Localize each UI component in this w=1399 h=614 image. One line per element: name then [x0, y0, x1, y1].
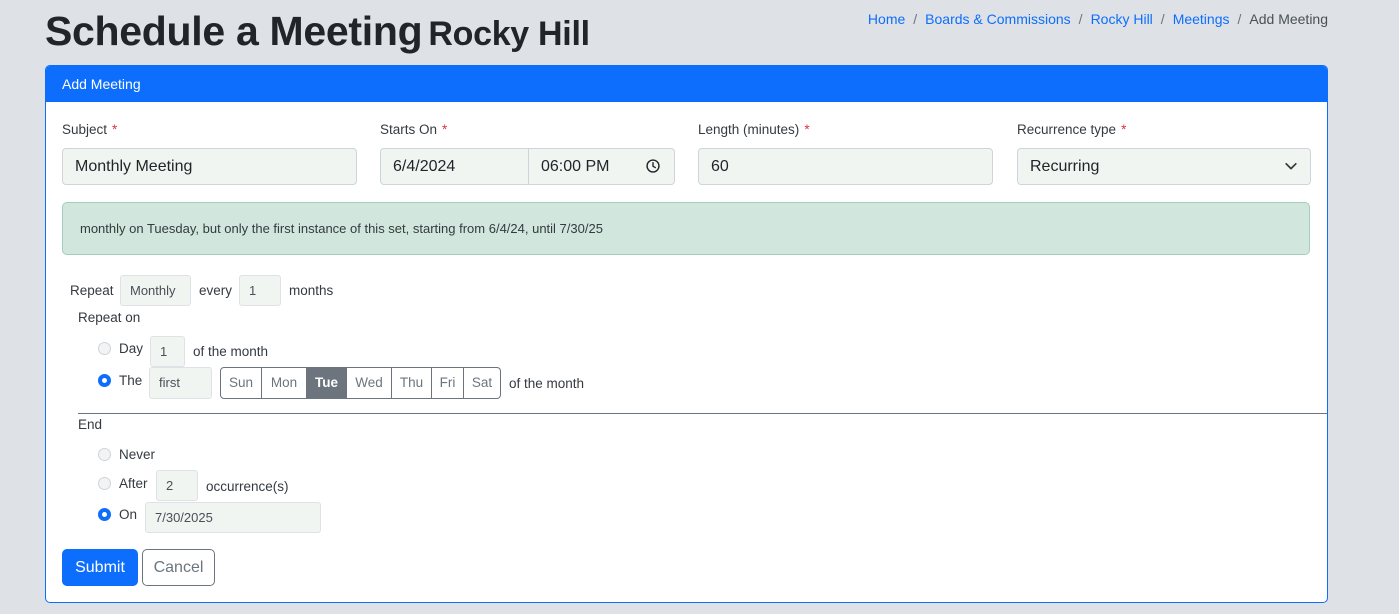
occurrences-input[interactable]: 2: [156, 470, 198, 501]
required-marker: *: [442, 122, 448, 137]
breadcrumb-current: Add Meeting: [1249, 11, 1328, 27]
end-on-radio[interactable]: [98, 508, 111, 521]
breadcrumb-separator: /: [913, 11, 918, 27]
weekday-button-mon[interactable]: Mon: [262, 368, 307, 398]
subject-label: Subject *: [62, 122, 117, 137]
repeat-interval-input[interactable]: 1: [239, 275, 281, 306]
repeat-frequency-select[interactable]: Monthly: [120, 275, 191, 306]
breadcrumb-rocky-hill[interactable]: Rocky Hill: [1091, 11, 1153, 27]
weekday-button-tue[interactable]: Tue: [307, 368, 347, 398]
breadcrumb-separator: /: [1237, 11, 1242, 27]
required-marker: *: [1121, 122, 1127, 137]
card-header: Add Meeting: [46, 66, 1327, 102]
recurrence-type-value: Recurring: [1030, 158, 1100, 175]
repeat-the-radio[interactable]: [98, 374, 111, 387]
cancel-button[interactable]: Cancel: [142, 549, 215, 586]
end-on-label: On: [119, 507, 138, 522]
weekday-button-wed[interactable]: Wed: [347, 368, 392, 398]
months-label: months: [289, 283, 334, 298]
breadcrumb-meetings[interactable]: Meetings: [1173, 11, 1230, 27]
clock-icon[interactable]: [646, 159, 660, 173]
recurrence-summary-alert: monthly on Tuesday, but only the first i…: [62, 202, 1310, 255]
start-time-value: 06:00 PM: [541, 158, 610, 175]
length-label: Length (minutes) *: [698, 122, 810, 137]
weekday-button-sun[interactable]: Sun: [221, 368, 262, 398]
end-after-radio[interactable]: [98, 477, 111, 490]
breadcrumb-separator: /: [1078, 11, 1083, 27]
recurrence-type-label-text: Recurrence type: [1017, 122, 1117, 137]
occurrences-label: occurrence(s): [206, 479, 289, 494]
recurrence-type-select[interactable]: Recurring: [1017, 148, 1311, 185]
start-time-input[interactable]: 06:00 PM: [528, 148, 675, 185]
of-the-month-label-2: of the month: [509, 376, 585, 391]
starts-on-label: Starts On *: [380, 122, 447, 137]
repeat-day-label: Day: [119, 341, 144, 356]
recurrence-type-label: Recurrence type *: [1017, 122, 1126, 137]
of-the-month-label: of the month: [193, 344, 269, 359]
required-marker: *: [112, 122, 118, 137]
end-date-input[interactable]: 7/30/2025: [145, 502, 321, 533]
required-marker: *: [804, 122, 810, 137]
starts-on-label-text: Starts On: [380, 122, 438, 137]
end-after-label: After: [119, 476, 148, 491]
add-meeting-card: Add Meeting Subject * Monthly Meeting Sta…: [45, 65, 1328, 603]
subject-input[interactable]: Monthly Meeting: [62, 148, 357, 185]
end-never-radio[interactable]: [98, 448, 111, 461]
page-title-main: Schedule a Meeting: [45, 8, 423, 54]
divider: [78, 413, 1327, 414]
breadcrumb-separator: /: [1160, 11, 1165, 27]
breadcrumb-boards-commissions[interactable]: Boards & Commissions: [925, 11, 1071, 27]
chevron-down-icon: [1285, 162, 1297, 170]
ordinal-select[interactable]: first: [149, 367, 212, 399]
end-label: End: [78, 417, 103, 432]
weekday-button-thu[interactable]: Thu: [392, 368, 432, 398]
submit-button[interactable]: Submit: [62, 549, 138, 586]
weekday-button-sat[interactable]: Sat: [464, 368, 500, 398]
repeat-the-label: The: [119, 373, 143, 388]
every-label: every: [199, 283, 233, 298]
repeat-label: Repeat: [70, 283, 114, 298]
repeat-day-input[interactable]: 1: [150, 336, 185, 367]
length-input[interactable]: 60: [698, 148, 993, 185]
page-subtitle: Rocky Hill: [428, 15, 590, 53]
subject-label-text: Subject: [62, 122, 108, 137]
page-title: Schedule a Meeting Rocky Hill: [45, 8, 590, 55]
end-never-label: Never: [119, 447, 156, 462]
start-date-input[interactable]: 6/4/2024: [380, 148, 529, 185]
repeat-day-radio[interactable]: [98, 342, 111, 355]
repeat-on-label: Repeat on: [78, 310, 141, 325]
breadcrumb-home[interactable]: Home: [868, 11, 905, 27]
length-label-text: Length (minutes): [698, 122, 800, 137]
weekday-button-fri[interactable]: Fri: [432, 368, 464, 398]
weekday-button-group: Sun Mon Tue Wed Thu Fri Sat: [220, 367, 501, 399]
breadcrumb: Home / Boards & Commissions / Rocky Hill / Mee…: [868, 11, 1328, 27]
